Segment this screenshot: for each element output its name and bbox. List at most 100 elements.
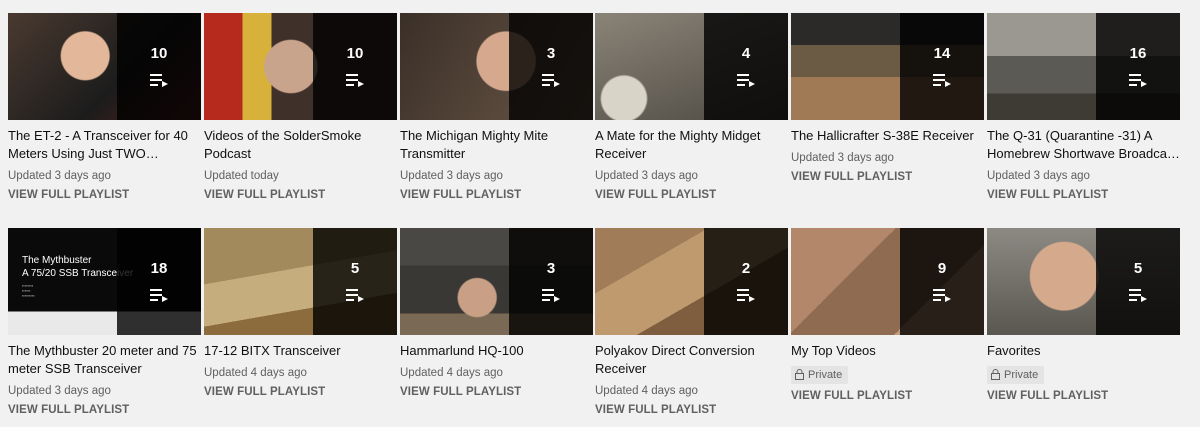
playlist-card[interactable]: The Mythbuster A 75/20 SSB Transceiver ▪… [8,228,201,417]
video-count: 10 [346,45,364,62]
playlist-icon [542,289,560,302]
playlist-card[interactable]: 9 My Top Videos Private VIEW FULL PLAYLI… [791,228,984,403]
playlist-title[interactable]: Videos of the SolderSmoke Podcast [204,127,397,163]
privacy-label: Private [808,369,843,381]
view-full-playlist-link[interactable]: VIEW FULL PLAYLIST [400,188,593,202]
playlist-grid: 10 The ET-2 - A Transceiver for 40 Meter… [0,0,1200,427]
video-count: 4 [741,45,751,62]
playlist-title[interactable]: Polyakov Direct Conversion Receiver [595,342,788,378]
video-count-overlay: 14 [900,13,984,120]
video-count-overlay: 10 [313,13,397,120]
lock-icon [795,369,804,380]
playlist-card[interactable]: 4 A Mate for the Mighty Midget Receiver … [595,13,788,202]
playlist-card[interactable]: 10 Videos of the SolderSmoke Podcast Upd… [204,13,397,202]
playlist-thumbnail[interactable]: 5 [204,228,397,335]
playlist-icon [737,289,755,302]
video-count-overlay: 16 [1096,13,1180,120]
video-count: 5 [350,260,360,277]
view-full-playlist-link[interactable]: VIEW FULL PLAYLIST [987,188,1180,202]
video-count: 10 [150,45,168,62]
video-count-overlay: 18 [117,228,201,335]
video-count: 2 [741,260,751,277]
video-count: 14 [933,45,951,62]
updated-text: Updated 3 days ago [8,170,111,182]
playlist-title[interactable]: The Q-31 (Quarantine -31) A Homebrew Sho… [987,127,1180,163]
playlist-icon [1129,289,1147,302]
playlist-icon [346,289,364,302]
playlist-title[interactable]: My Top Videos [791,342,984,360]
thumbnail-caption: ▪▪▪▪▪▪▪▪ ▪▪▪▪▪▪ ▪▪▪▪▪▪▪▪▪ [22,283,35,298]
playlist-card[interactable]: 3 Hammarlund HQ-100 Updated 4 days ago V… [400,228,593,399]
view-full-playlist-link[interactable]: VIEW FULL PLAYLIST [8,188,201,202]
playlist-icon [1129,74,1147,87]
video-count-overlay: 5 [1096,228,1180,335]
lock-icon [991,369,1000,380]
playlist-thumbnail[interactable]: 16 [987,13,1180,120]
view-full-playlist-link[interactable]: VIEW FULL PLAYLIST [204,385,397,399]
playlist-title[interactable]: The Mythbuster 20 meter and 75 meter SSB… [8,342,201,378]
video-count-overlay: 9 [900,228,984,335]
playlist-card[interactable]: 14 The Hallicrafter S-38E Receiver Updat… [791,13,984,184]
playlist-card[interactable]: 2 Polyakov Direct Conversion Receiver Up… [595,228,788,417]
playlist-card[interactable]: 3 The Michigan Mighty Mite Transmitter U… [400,13,593,202]
view-full-playlist-link[interactable]: VIEW FULL PLAYLIST [8,403,201,417]
playlist-title[interactable]: 17-12 BITX Transceiver [204,342,397,360]
playlist-card[interactable]: 5 Favorites Private VIEW FULL PLAYLIST [987,228,1180,403]
playlist-title[interactable]: Favorites [987,342,1180,360]
updated-text: Updated 3 days ago [595,170,698,182]
video-count-overlay: 2 [704,228,788,335]
playlist-thumbnail[interactable]: 10 [204,13,397,120]
video-count: 3 [546,45,556,62]
playlist-card[interactable]: 5 17-12 BITX Transceiver Updated 4 days … [204,228,397,399]
view-full-playlist-link[interactable]: VIEW FULL PLAYLIST [791,170,984,184]
updated-text: Updated today [204,170,279,182]
video-count: 9 [937,260,947,277]
video-count-overlay: 4 [704,13,788,120]
playlist-thumbnail[interactable]: 14 [791,13,984,120]
updated-text: Updated 3 days ago [791,152,894,164]
playlist-title[interactable]: The Michigan Mighty Mite Transmitter [400,127,593,163]
playlist-thumbnail[interactable]: 3 [400,13,593,120]
view-full-playlist-link[interactable]: VIEW FULL PLAYLIST [204,188,397,202]
playlist-title[interactable]: The ET-2 - A Transceiver for 40 Meters U… [8,127,201,163]
view-full-playlist-link[interactable]: VIEW FULL PLAYLIST [400,385,593,399]
playlist-title[interactable]: A Mate for the Mighty Midget Receiver [595,127,788,163]
playlist-icon [933,74,951,87]
view-full-playlist-link[interactable]: VIEW FULL PLAYLIST [987,389,1180,403]
view-full-playlist-link[interactable]: VIEW FULL PLAYLIST [791,389,984,403]
video-count: 3 [546,260,556,277]
view-full-playlist-link[interactable]: VIEW FULL PLAYLIST [595,188,788,202]
video-count-overlay: 10 [117,13,201,120]
playlist-thumbnail[interactable]: 3 [400,228,593,335]
video-count-overlay: 5 [313,228,397,335]
video-count-overlay: 3 [509,228,593,335]
video-count-overlay: 3 [509,13,593,120]
updated-text: Updated 4 days ago [595,385,698,397]
updated-text: Updated 3 days ago [400,170,503,182]
updated-text: Updated 3 days ago [8,385,111,397]
playlist-title[interactable]: Hammarlund HQ-100 [400,342,593,360]
playlist-thumbnail[interactable]: 4 [595,13,788,120]
playlist-icon [933,289,951,302]
playlist-icon [150,74,168,87]
playlist-card[interactable]: 10 The ET-2 - A Transceiver for 40 Meter… [8,13,201,202]
playlist-icon [542,74,560,87]
playlist-card[interactable]: 16 The Q-31 (Quarantine -31) A Homebrew … [987,13,1180,202]
playlist-icon [737,74,755,87]
privacy-badge: Private [791,366,849,384]
playlist-thumbnail[interactable]: 5 [987,228,1180,335]
playlist-thumbnail[interactable]: The Mythbuster A 75/20 SSB Transceiver ▪… [8,228,201,335]
playlist-thumbnail[interactable]: 2 [595,228,788,335]
playlist-title[interactable]: The Hallicrafter S-38E Receiver [791,127,984,145]
privacy-label: Private [1004,369,1039,381]
playlist-icon [346,74,364,87]
updated-text: Updated 4 days ago [204,367,307,379]
view-full-playlist-link[interactable]: VIEW FULL PLAYLIST [595,403,788,417]
updated-text: Updated 3 days ago [987,170,1090,182]
video-count: 16 [1129,45,1147,62]
video-count: 5 [1133,260,1143,277]
updated-text: Updated 4 days ago [400,367,503,379]
playlist-thumbnail[interactable]: 9 [791,228,984,335]
playlist-thumbnail[interactable]: 10 [8,13,201,120]
playlist-icon [150,289,168,302]
